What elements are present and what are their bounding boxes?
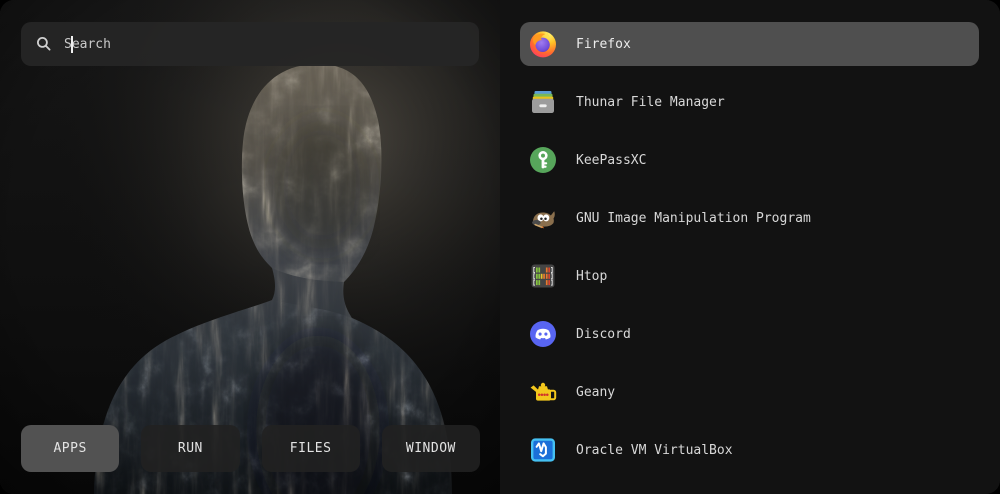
search-icon: [35, 35, 53, 53]
search-bar: [21, 22, 479, 66]
app-item-label: Firefox: [576, 37, 631, 52]
virtualbox-icon: [528, 435, 558, 465]
tab-files[interactable]: FILES: [262, 425, 360, 472]
geany-icon: [528, 377, 558, 407]
app-item-label: Oracle VM VirtualBox: [576, 443, 733, 458]
thunar-icon: [528, 87, 558, 117]
background-bust-art: [0, 0, 500, 494]
app-item-keepassxc[interactable]: KeePassXC: [520, 138, 979, 182]
discord-icon: [528, 319, 558, 349]
mode-tabs: APPS RUN FILES WINDOW: [21, 425, 480, 472]
tab-window[interactable]: WINDOW: [382, 425, 480, 472]
app-launcher-window: APPS RUN FILES WINDOW: [0, 0, 1000, 494]
app-item-label: Geany: [576, 385, 615, 400]
app-item-htop[interactable]: Htop: [520, 254, 979, 298]
firefox-icon: [528, 29, 558, 59]
app-item-label: Discord: [576, 327, 631, 342]
app-item-geany[interactable]: Geany: [520, 370, 979, 414]
left-panel: APPS RUN FILES WINDOW: [0, 0, 500, 494]
app-item-virtualbox[interactable]: Oracle VM VirtualBox: [520, 428, 979, 472]
app-item-discord[interactable]: Discord: [520, 312, 979, 356]
tab-run[interactable]: RUN: [141, 425, 239, 472]
keepassxc-icon: [528, 145, 558, 175]
app-item-firefox[interactable]: Firefox: [520, 22, 979, 66]
text-caret: [71, 36, 73, 53]
app-item-label: Htop: [576, 269, 607, 284]
app-item-gimp[interactable]: GNU Image Manipulation Program: [520, 196, 979, 240]
app-list: Firefox Thunar File Manager K: [500, 0, 1000, 494]
tab-apps[interactable]: APPS: [21, 425, 119, 472]
search-input[interactable]: [62, 22, 465, 66]
htop-icon: [528, 261, 558, 291]
app-item-label: GNU Image Manipulation Program: [576, 211, 811, 226]
app-item-thunar[interactable]: Thunar File Manager: [520, 80, 979, 124]
gimp-icon: [528, 203, 558, 233]
app-item-label: KeePassXC: [576, 153, 646, 168]
app-item-label: Thunar File Manager: [576, 95, 725, 110]
